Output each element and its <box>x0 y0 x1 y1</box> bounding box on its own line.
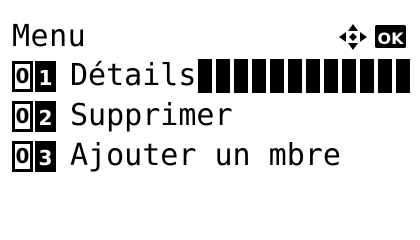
four-way-arrow-icon[interactable] <box>339 24 367 50</box>
item-number-digit: 2 <box>35 101 56 132</box>
menu-item-label: Détails <box>70 58 197 93</box>
screen-title: Menu <box>12 19 87 54</box>
item-number-digit: 3 <box>35 141 56 172</box>
menu-item-delete[interactable]: 0 2 Supprimer <box>12 97 412 135</box>
item-number-digit: 0 <box>12 101 33 132</box>
menu-item-add-member[interactable]: 0 3 Ajouter un mbre <box>12 137 412 175</box>
item-number-digit: 0 <box>12 61 33 92</box>
menu-item-label: Supprimer <box>70 98 233 133</box>
item-number-digit: 0 <box>12 141 33 172</box>
item-number-badge: 0 2 <box>12 101 58 132</box>
item-number-badge: 0 1 <box>12 61 58 92</box>
item-number-badge: 0 3 <box>12 141 58 172</box>
lcd-screen: Menu OK 0 1 Détails 0 2 Supprimer 0 3 Aj… <box>0 0 420 228</box>
menu-item-details[interactable]: 0 1 Détails <box>12 57 412 95</box>
menu-item-label: Ajouter un mbre <box>70 138 341 173</box>
item-number-digit: 1 <box>35 61 56 92</box>
ok-button-icon[interactable]: OK <box>375 25 406 48</box>
